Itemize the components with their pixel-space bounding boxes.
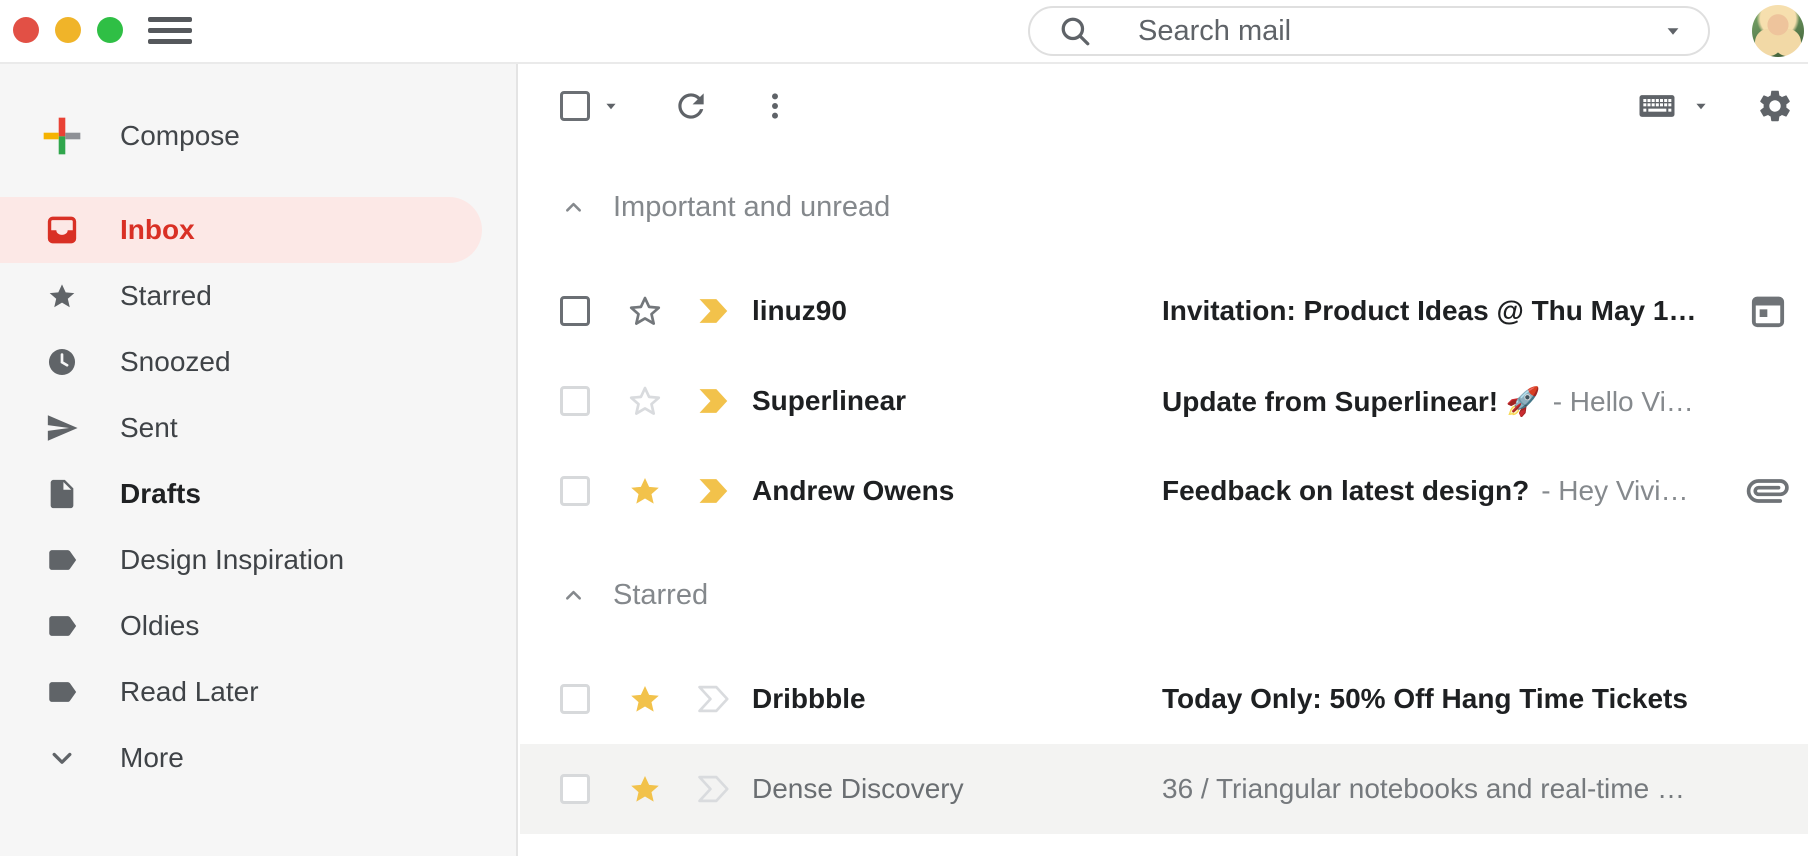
email-row[interactable]: linuz90 Invitation: Product Ideas @ Thu … (520, 266, 1808, 356)
email-row[interactable]: Dribbble Today Only: 50% Off Hang Time T… (520, 654, 1808, 744)
email-sender: linuz90 (752, 295, 1162, 327)
sidebar-item-design-inspiration[interactable]: Design Inspiration (0, 527, 482, 593)
checkbox[interactable] (560, 386, 590, 416)
checkbox[interactable] (560, 684, 590, 714)
sidebar-item-sent[interactable]: Sent (0, 395, 482, 461)
email-sender: Andrew Owens (752, 475, 1162, 507)
clock-icon (40, 345, 84, 379)
settings-gear-icon[interactable] (1756, 87, 1794, 125)
select-caret-icon[interactable] (600, 95, 622, 117)
importance-marker-icon[interactable] (694, 680, 732, 718)
email-sender: Dribbble (752, 683, 1162, 715)
more-options-icon[interactable] (758, 89, 792, 123)
star-icon[interactable] (626, 680, 664, 718)
email-subject-line: Invitation: Product Ideas @ Thu May 1… (1162, 295, 1734, 327)
checkbox[interactable] (560, 296, 590, 326)
sidebar-item-more[interactable]: More (0, 725, 482, 791)
email-subject: Feedback on latest design? (1162, 475, 1529, 506)
file-icon (40, 477, 84, 511)
email-row[interactable]: Dense Discovery 36 / Triangular notebook… (520, 744, 1808, 834)
email-subject: 36 / Triangular notebooks and real-time … (1162, 773, 1685, 804)
label-icon (40, 609, 84, 643)
window-minimize-button[interactable] (55, 17, 81, 43)
email-subject-line: Update from Superlinear! 🚀 - Hello Vi… (1162, 385, 1788, 418)
window-close-button[interactable] (13, 17, 39, 43)
search-options-caret-icon[interactable] (1660, 18, 1686, 44)
mail-app-window: Compose Inbox Starred Snoozed Sent Draft… (0, 0, 1808, 856)
importance-marker-icon[interactable] (694, 770, 732, 808)
avatar[interactable] (1752, 5, 1804, 57)
search-input[interactable] (1138, 15, 1708, 48)
importance-marker-icon[interactable] (694, 292, 732, 330)
main-menu-icon[interactable] (148, 17, 192, 44)
email-row[interactable]: Andrew Owens Feedback on latest design?-… (520, 446, 1808, 536)
email-sender: Dense Discovery (752, 773, 1162, 805)
input-tools-keyboard-icon[interactable] (1634, 86, 1680, 126)
star-icon (40, 279, 84, 313)
input-tools-caret-icon[interactable] (1690, 95, 1712, 117)
inbox-icon (40, 213, 84, 247)
sidebar-item-read-later[interactable]: Read Later (0, 659, 482, 725)
importance-marker-icon[interactable] (694, 472, 732, 510)
mail-list-pane: Important and unread linuz90 Invitation:… (520, 64, 1808, 856)
star-icon[interactable] (626, 770, 664, 808)
select-all-checkbox[interactable] (560, 91, 590, 121)
star-icon[interactable] (626, 292, 664, 330)
calendar-icon (1748, 291, 1788, 331)
star-icon[interactable] (626, 472, 664, 510)
section-header[interactable]: Starred (520, 536, 1808, 654)
email-list: Important and unread linuz90 Invitation:… (520, 148, 1808, 834)
label-icon (40, 543, 84, 577)
sidebar-nav: Inbox Starred Snoozed Sent Drafts Design… (0, 197, 516, 791)
email-snippet: - Hey Vivi… (1541, 475, 1688, 506)
sidebar: Compose Inbox Starred Snoozed Sent Draft… (0, 64, 518, 856)
compose-button[interactable]: Compose (0, 102, 516, 170)
titlebar (0, 0, 1808, 64)
sidebar-item-drafts[interactable]: Drafts (0, 461, 482, 527)
sidebar-item-oldies[interactable]: Oldies (0, 593, 482, 659)
sidebar-item-starred[interactable]: Starred (0, 263, 482, 329)
chevron-up-icon (560, 582, 587, 609)
chevron-down-icon (40, 741, 84, 775)
send-icon (40, 411, 84, 445)
email-subject: Invitation: Product Ideas @ Thu May 1… (1162, 295, 1696, 326)
email-subject: Update from Superlinear! 🚀 (1162, 386, 1541, 417)
label-icon (40, 675, 84, 709)
importance-marker-icon[interactable] (694, 382, 732, 420)
email-snippet: - Hello Vi… (1553, 386, 1694, 417)
compose-label: Compose (120, 120, 240, 152)
window-zoom-button[interactable] (97, 17, 123, 43)
sidebar-item-snoozed[interactable]: Snoozed (0, 329, 482, 395)
email-subject-line: Feedback on latest design? - Hey Vivi… (1162, 475, 1734, 507)
checkbox[interactable] (560, 774, 590, 804)
email-subject-line: 36 / Triangular notebooks and real-time … (1162, 773, 1788, 805)
section-header[interactable]: Important and unread (520, 148, 1808, 266)
refresh-icon[interactable] (672, 87, 710, 125)
list-toolbar (520, 64, 1808, 148)
search-bar[interactable] (1028, 6, 1710, 56)
chevron-up-icon (560, 194, 587, 221)
email-subject: Today Only: 50% Off Hang Time Tickets (1162, 683, 1688, 714)
sidebar-item-inbox[interactable]: Inbox (0, 197, 482, 263)
email-sender: Superlinear (752, 385, 1162, 417)
paperclip-icon (1748, 471, 1788, 511)
star-icon[interactable] (626, 382, 664, 420)
compose-plus-icon (40, 114, 84, 158)
email-row[interactable]: Superlinear Update from Superlinear! 🚀 - … (520, 356, 1808, 446)
checkbox[interactable] (560, 476, 590, 506)
search-icon (1058, 14, 1092, 48)
email-subject-line: Today Only: 50% Off Hang Time Tickets (1162, 683, 1788, 715)
